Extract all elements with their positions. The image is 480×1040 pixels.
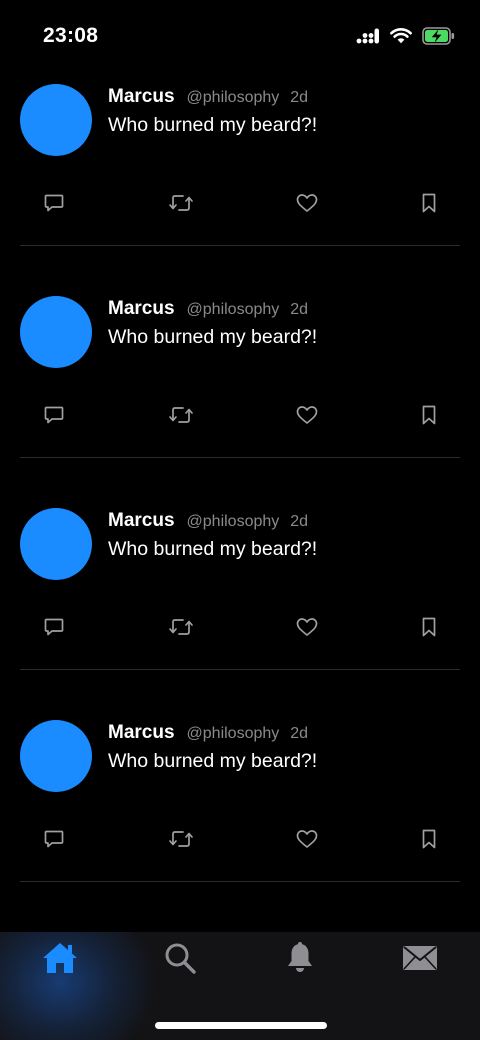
tweet-time: 2d xyxy=(290,513,309,530)
tweet-card[interactable]: Marcus @philosophy 2d Who burned my bear… xyxy=(0,488,480,700)
tab-bar xyxy=(0,932,480,1040)
tweet-divider xyxy=(20,245,460,246)
tweet-actions xyxy=(0,614,480,640)
tweet-actions xyxy=(0,826,480,852)
tweet-text: Who burned my beard?! xyxy=(108,326,318,348)
tweet-feed: Marcus @philosophy 2d Who burned my bear… xyxy=(0,64,480,912)
avatar[interactable] xyxy=(20,84,92,156)
tweet-actions xyxy=(0,402,480,428)
wifi-icon xyxy=(390,27,412,49)
retweet-icon[interactable] xyxy=(168,190,194,216)
mail-icon xyxy=(402,944,438,977)
tweet-card[interactable]: Marcus @philosophy 2d Who burned my bear… xyxy=(0,276,480,488)
author-name[interactable]: Marcus xyxy=(108,722,175,744)
avatar[interactable] xyxy=(20,720,92,792)
reply-icon[interactable] xyxy=(41,190,67,216)
retweet-icon[interactable] xyxy=(168,826,194,852)
tab-search[interactable] xyxy=(160,940,200,980)
tweet-divider xyxy=(20,669,460,670)
like-icon[interactable] xyxy=(294,826,320,852)
tweet-time: 2d xyxy=(290,89,309,106)
retweet-icon[interactable] xyxy=(168,614,194,640)
home-indicator[interactable] xyxy=(155,1022,327,1029)
cellular-signal-icon xyxy=(356,28,380,49)
tweet-header: Marcus @philosophy 2d xyxy=(108,510,308,532)
bookmark-icon[interactable] xyxy=(416,826,442,852)
home-icon xyxy=(41,941,79,980)
status-icons xyxy=(356,26,456,50)
author-name[interactable]: Marcus xyxy=(108,510,175,532)
author-handle: @philosophy xyxy=(186,301,280,318)
tweet-divider xyxy=(20,457,460,458)
tweet-divider xyxy=(20,881,460,882)
bookmark-icon[interactable] xyxy=(416,402,442,428)
tweet-time: 2d xyxy=(290,301,309,318)
bell-icon xyxy=(284,941,316,980)
tweet-time: 2d xyxy=(290,725,309,742)
avatar[interactable] xyxy=(20,508,92,580)
tweet-header: Marcus @philosophy 2d xyxy=(108,298,308,320)
tweet-card[interactable]: Marcus @philosophy 2d Who burned my bear… xyxy=(0,64,480,276)
tweet-card[interactable]: Marcus @philosophy 2d Who burned my bear… xyxy=(0,700,480,912)
tab-messages[interactable] xyxy=(400,940,440,980)
tab-home[interactable] xyxy=(40,940,80,980)
active-tab-glow xyxy=(0,932,160,1040)
author-name[interactable]: Marcus xyxy=(108,298,175,320)
bookmark-icon[interactable] xyxy=(416,190,442,216)
tweet-actions xyxy=(0,190,480,216)
reply-icon[interactable] xyxy=(41,402,67,428)
app-screen: 23:08 Marcus @philosophy 2d Who burned m… xyxy=(0,0,480,1040)
reply-icon[interactable] xyxy=(41,826,67,852)
tweet-text: Who burned my beard?! xyxy=(108,538,318,560)
author-name[interactable]: Marcus xyxy=(108,86,175,108)
like-icon[interactable] xyxy=(294,190,320,216)
tweet-header: Marcus @philosophy 2d xyxy=(108,722,308,744)
tab-notifications[interactable] xyxy=(280,940,320,980)
author-handle: @philosophy xyxy=(186,513,280,530)
status-time: 23:08 xyxy=(43,24,99,47)
author-handle: @philosophy xyxy=(186,89,280,106)
avatar[interactable] xyxy=(20,296,92,368)
battery-charging-icon xyxy=(422,26,456,50)
like-icon[interactable] xyxy=(294,614,320,640)
bookmark-icon[interactable] xyxy=(416,614,442,640)
reply-icon[interactable] xyxy=(41,614,67,640)
tweet-header: Marcus @philosophy 2d xyxy=(108,86,308,108)
retweet-icon[interactable] xyxy=(168,402,194,428)
author-handle: @philosophy xyxy=(186,725,280,742)
tweet-text: Who burned my beard?! xyxy=(108,114,318,136)
search-icon xyxy=(163,941,197,980)
tweet-text: Who burned my beard?! xyxy=(108,750,318,772)
like-icon[interactable] xyxy=(294,402,320,428)
